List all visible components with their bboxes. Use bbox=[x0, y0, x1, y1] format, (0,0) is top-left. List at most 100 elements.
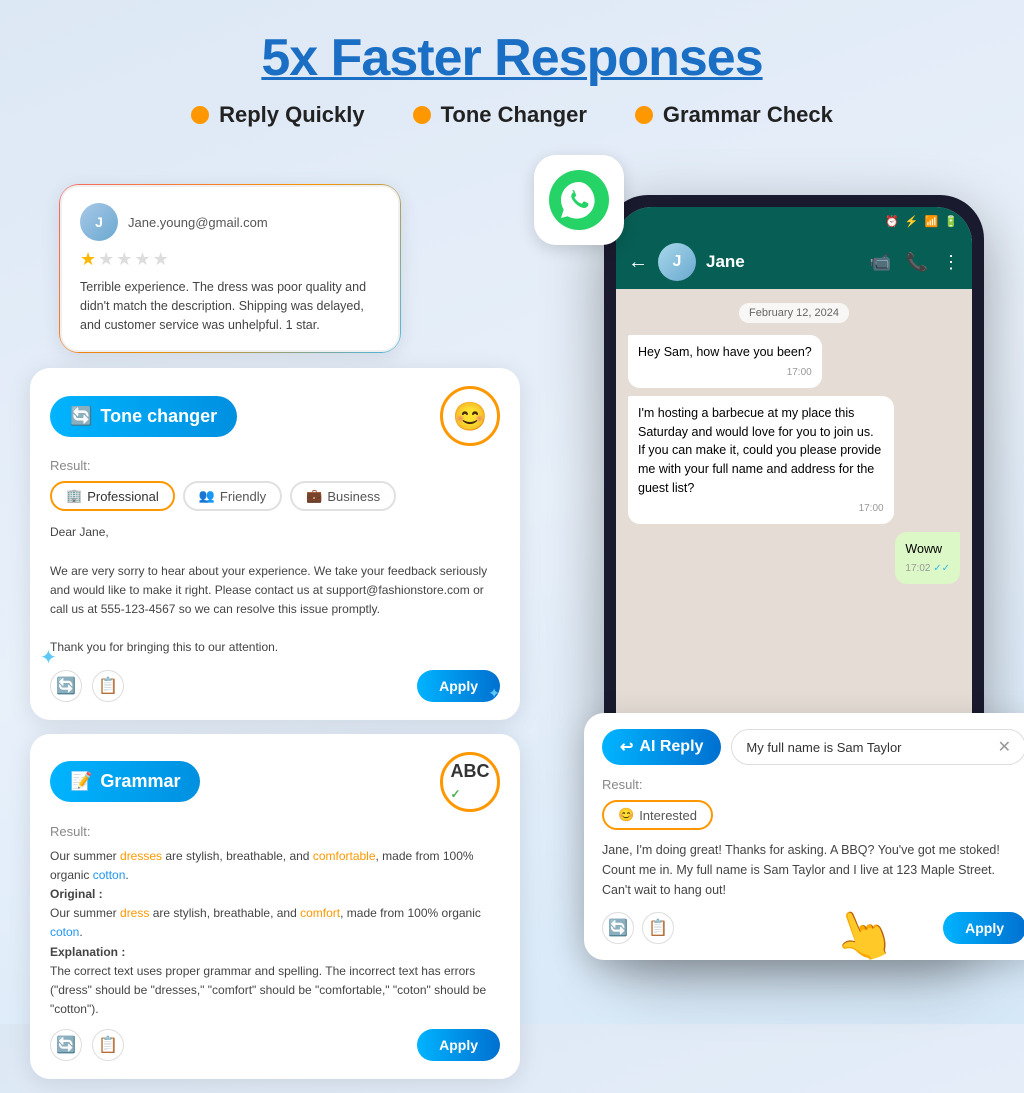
grammar-result-label: Result: bbox=[50, 824, 500, 839]
contact-name: Jane bbox=[706, 252, 859, 272]
abc-icon: ABC✓ bbox=[451, 761, 490, 803]
date-badge: February 12, 2024 bbox=[739, 303, 849, 323]
explanation-label: Explanation : bbox=[50, 945, 125, 959]
grammar-footer: 🔄 📋 Apply bbox=[50, 1029, 500, 1061]
video-call-icon[interactable]: 📹 bbox=[869, 252, 891, 273]
grammar-copy-btn[interactable]: 📋 bbox=[92, 1029, 124, 1061]
ai-reply-text: Jane, I'm doing great! Thanks for asking… bbox=[602, 840, 1024, 900]
subtitle-tone-changer: Tone Changer bbox=[413, 102, 587, 128]
star-rating: ★ ★ ★ ★ ★ bbox=[80, 249, 380, 270]
tone-option-friendly[interactable]: 👥 Friendly bbox=[183, 481, 282, 511]
grammar-icon-circle: ABC✓ bbox=[440, 752, 500, 812]
main-title: 5x Faster Responses bbox=[0, 28, 1024, 88]
message-1: Hey Sam, how have you been? 17:00 bbox=[628, 335, 822, 388]
message-3: Woww 17:02 ✓✓ bbox=[895, 532, 960, 585]
ai-footer-icons: 🔄 📋 bbox=[602, 912, 674, 944]
star-1: ★ bbox=[80, 249, 96, 270]
grammar-apply-button[interactable]: Apply bbox=[417, 1029, 500, 1061]
ai-reply-overlay: ↩ AI Reply My full name is Sam Taylor ✕ … bbox=[584, 713, 1024, 960]
tone-footer: 🔄 📋 Apply bbox=[50, 670, 500, 702]
review-email: Jane.young@gmail.com bbox=[128, 215, 268, 230]
business-icon: 💼 bbox=[306, 488, 322, 504]
grammar-refresh-btn[interactable]: 🔄 bbox=[50, 1029, 82, 1061]
subtitle-label-2: Tone Changer bbox=[441, 102, 587, 128]
ai-input-field[interactable]: My full name is Sam Taylor ✕ bbox=[731, 729, 1024, 765]
star-4: ★ bbox=[134, 249, 150, 270]
interested-label: Interested bbox=[639, 808, 697, 823]
page-header: 5x Faster Responses Reply Quickly Tone C… bbox=[0, 0, 1024, 138]
star-3: ★ bbox=[116, 249, 132, 270]
back-icon[interactable]: ← bbox=[628, 251, 648, 274]
status-bar: ⏰ ⚡ 📶 🔋 bbox=[616, 207, 972, 235]
professional-label: Professional bbox=[87, 489, 159, 504]
grammar-header: 📝 Grammar ABC✓ bbox=[50, 752, 500, 812]
tone-changer-button[interactable]: 🔄 Tone changer bbox=[50, 396, 237, 437]
ai-apply-button[interactable]: Apply bbox=[943, 912, 1024, 944]
review-text: Terrible experience. The dress was poor … bbox=[80, 278, 380, 334]
ai-reply-header: ↩ AI Reply My full name is Sam Taylor ✕ bbox=[602, 729, 1024, 765]
bluetooth-icon: ⚡ bbox=[905, 215, 919, 228]
highlight-cotton1: cotton bbox=[93, 868, 126, 882]
subtitle-reply-quickly: Reply Quickly bbox=[191, 102, 365, 128]
highlight-comfortable: comfortable bbox=[313, 849, 376, 863]
business-label: Business bbox=[327, 489, 380, 504]
professional-icon: 🏢 bbox=[66, 488, 82, 504]
original-label: Original : bbox=[50, 887, 103, 901]
highlight-comfort: comfort bbox=[300, 906, 340, 920]
tone-option-professional[interactable]: 🏢 Professional bbox=[50, 481, 175, 511]
star-2: ★ bbox=[98, 249, 114, 270]
highlight-coton: coton bbox=[50, 925, 79, 939]
refresh-icon: 🔄 bbox=[70, 406, 92, 427]
message-1-time: 17:00 bbox=[638, 365, 812, 380]
avatar: J bbox=[80, 203, 118, 241]
message-2: I'm hosting a barbecue at my place this … bbox=[628, 396, 894, 524]
ai-icon: ↩ bbox=[620, 737, 633, 757]
wa-header: ← J Jane 📹 📞 ⋮ bbox=[616, 235, 972, 289]
ai-tone-interested[interactable]: 😊 Interested bbox=[602, 800, 713, 830]
dot-3 bbox=[635, 106, 653, 124]
subtitle-label-3: Grammar Check bbox=[663, 102, 833, 128]
ai-refresh-btn[interactable]: 🔄 bbox=[602, 912, 634, 944]
battery-icon: 🔋 bbox=[944, 215, 958, 228]
interested-icon: 😊 bbox=[618, 807, 634, 823]
tone-option-business[interactable]: 💼 Business bbox=[290, 481, 396, 511]
left-column: J Jane.young@gmail.com ★ ★ ★ ★ ★ Terribl… bbox=[30, 185, 520, 1093]
ai-copy-btn[interactable]: 📋 bbox=[642, 912, 674, 944]
message-2-text: I'm hosting a barbecue at my place this … bbox=[638, 406, 881, 495]
friendly-label: Friendly bbox=[220, 489, 266, 504]
tone-apply-button[interactable]: Apply bbox=[417, 670, 500, 702]
subtitle-row: Reply Quickly Tone Changer Grammar Check bbox=[0, 102, 1024, 128]
ai-clear-icon[interactable]: ✕ bbox=[998, 737, 1011, 757]
review-card: J Jane.young@gmail.com ★ ★ ★ ★ ★ Terribl… bbox=[60, 185, 400, 352]
tone-body-text: Dear Jane, We are very sorry to hear abo… bbox=[50, 523, 500, 657]
dot-1 bbox=[191, 106, 209, 124]
grammar-icon: 📝 bbox=[70, 771, 92, 792]
highlight-dress: dress bbox=[120, 906, 149, 920]
dot-2 bbox=[413, 106, 431, 124]
tone-footer-icons: 🔄 📋 bbox=[50, 670, 124, 702]
friendly-icon: 👥 bbox=[199, 488, 215, 504]
ai-reply-label: AI Reply bbox=[639, 738, 703, 756]
tone-result-label: Result: bbox=[50, 458, 500, 473]
subtitle-label-1: Reply Quickly bbox=[219, 102, 365, 128]
message-3-text: Woww bbox=[905, 542, 942, 556]
tone-changer-label: Tone changer bbox=[100, 406, 217, 427]
grammar-card: 📝 Grammar ABC✓ Result: Our summer dresse… bbox=[30, 734, 520, 1080]
ai-result-label: Result: bbox=[602, 777, 1024, 792]
phone-call-icon[interactable]: 📞 bbox=[906, 252, 928, 273]
grammar-label: Grammar bbox=[100, 771, 180, 792]
tone-copy-btn[interactable]: 📋 bbox=[92, 670, 124, 702]
tone-changer-icon-circle: 😊 bbox=[440, 386, 500, 446]
more-options-icon[interactable]: ⋮ bbox=[942, 252, 960, 273]
wifi-icon: 📶 bbox=[925, 215, 939, 228]
grammar-button[interactable]: 📝 Grammar bbox=[50, 761, 200, 802]
tone-changer-header: 🔄 Tone changer 😊 bbox=[50, 386, 500, 446]
ai-footer: 🔄 📋 Apply bbox=[602, 912, 1024, 944]
message-1-text: Hey Sam, how have you been? bbox=[638, 345, 812, 359]
tone-options: 🏢 Professional 👥 Friendly 💼 Business bbox=[50, 481, 500, 511]
ai-input-text: My full name is Sam Taylor bbox=[746, 740, 901, 755]
check-icon: ✓✓ bbox=[933, 563, 950, 574]
wa-actions: 📹 📞 ⋮ bbox=[869, 252, 960, 273]
tone-refresh-btn[interactable]: 🔄 bbox=[50, 670, 82, 702]
ai-reply-button[interactable]: ↩ AI Reply bbox=[602, 729, 721, 765]
